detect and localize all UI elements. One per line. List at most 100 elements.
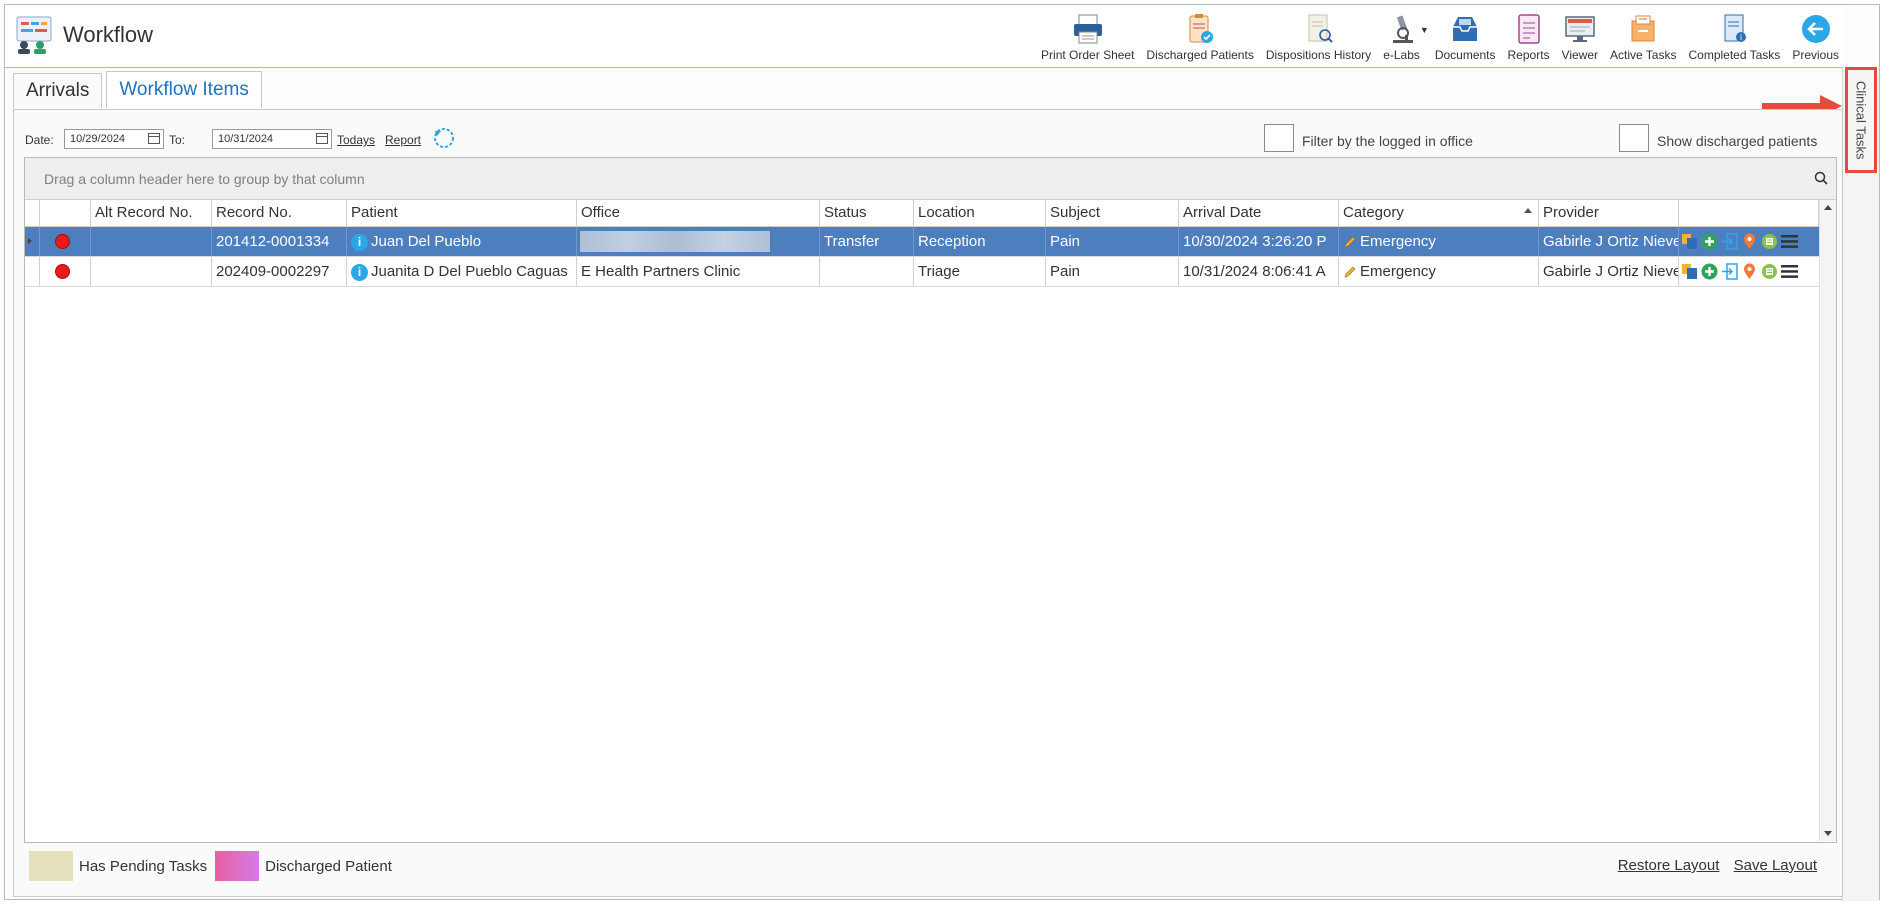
status-dot-icon bbox=[55, 234, 70, 249]
report-link[interactable]: Report bbox=[385, 133, 421, 147]
clipboard-check-icon bbox=[1189, 14, 1214, 43]
column-header-subject[interactable]: Subject bbox=[1046, 200, 1179, 226]
to-label: To: bbox=[169, 133, 186, 147]
copy-records-icon[interactable] bbox=[1681, 263, 1698, 280]
row-indicator-header bbox=[25, 200, 40, 226]
column-header-provider[interactable]: Provider bbox=[1539, 200, 1679, 226]
provider-cell: Gabirle J Ortiz Nieve bbox=[1539, 257, 1679, 286]
calendar-icon[interactable] bbox=[316, 133, 328, 144]
row-actions bbox=[1679, 227, 1799, 256]
pending-tasks-swatch bbox=[29, 851, 73, 881]
status-dot-icon bbox=[55, 264, 70, 279]
restore-layout-link[interactable]: Restore Layout bbox=[1618, 857, 1720, 874]
column-header-office[interactable]: Office bbox=[577, 200, 820, 226]
inbox-tray-icon bbox=[1453, 17, 1478, 41]
date-from-value: 10/29/2024 bbox=[70, 133, 126, 145]
status-dot-cell bbox=[40, 257, 91, 286]
show-discharged-checkbox[interactable] bbox=[1619, 124, 1649, 152]
notes-icon[interactable] bbox=[1761, 233, 1778, 250]
column-header-category-label: Category bbox=[1343, 204, 1404, 221]
dispositions-history-button[interactable]: Dispositions History bbox=[1260, 7, 1377, 65]
toolbar-label: Documents bbox=[1434, 48, 1496, 62]
save-layout-link[interactable]: Save Layout bbox=[1734, 857, 1817, 874]
arrival-date-cell: 10/31/2024 8:06:41 A bbox=[1179, 257, 1339, 286]
search-icon[interactable] bbox=[1814, 171, 1828, 185]
discharged-patients-button[interactable]: Discharged Patients bbox=[1140, 7, 1259, 65]
redacted-office-blur bbox=[580, 231, 770, 252]
location-pin-icon[interactable] bbox=[1741, 233, 1758, 250]
sign-in-icon[interactable] bbox=[1721, 263, 1738, 280]
legend-discharged-label: Discharged Patient bbox=[265, 857, 392, 875]
previous-button[interactable]: Previous bbox=[1786, 7, 1845, 65]
status-dot-cell bbox=[40, 227, 91, 256]
status-cell: Transfer bbox=[820, 227, 914, 256]
table-row[interactable]: 202409-0002297 i Juanita D Del Pueblo Cag… bbox=[25, 257, 1819, 287]
e-labs-button[interactable]: e-Labs bbox=[1377, 7, 1426, 65]
tab-arrivals[interactable]: Arrivals bbox=[13, 73, 103, 108]
completed-tasks-button[interactable]: i Completed Tasks bbox=[1682, 7, 1786, 65]
toolbar-label: Viewer bbox=[1561, 48, 1599, 62]
todays-link[interactable]: Todays bbox=[337, 133, 375, 147]
clinical-tasks-tab[interactable]: Clinical Tasks bbox=[1845, 67, 1877, 173]
arrival-date-cell: 10/30/2024 3:26:20 P bbox=[1179, 227, 1339, 256]
column-header-category[interactable]: Category bbox=[1339, 200, 1539, 226]
active-tasks-button[interactable]: Active Tasks bbox=[1604, 7, 1682, 65]
toolbar-label: Completed Tasks bbox=[1688, 48, 1781, 62]
grid-vertical-scrollbar[interactable] bbox=[1819, 200, 1836, 841]
info-icon[interactable]: i bbox=[351, 233, 368, 251]
e-labs-dropdown-icon[interactable]: ▼ bbox=[1420, 25, 1429, 35]
date-to-value: 10/31/2024 bbox=[218, 133, 274, 145]
menu-icon[interactable] bbox=[1781, 263, 1798, 280]
date-label: Date: bbox=[25, 133, 54, 147]
calendar-icon[interactable] bbox=[148, 133, 160, 144]
reports-button[interactable]: Reports bbox=[1502, 7, 1556, 65]
report-icon bbox=[1517, 14, 1540, 44]
grid-header-row: Alt Record No. Record No. Patient Office… bbox=[25, 200, 1819, 227]
column-header-record-no[interactable]: Record No. bbox=[212, 200, 347, 226]
svg-text:i: i bbox=[1740, 33, 1742, 42]
viewer-button[interactable]: Viewer bbox=[1556, 7, 1604, 65]
workflow-grid: Drag a column header here to group by th… bbox=[24, 157, 1837, 843]
add-icon[interactable] bbox=[1701, 263, 1718, 280]
alt-record-cell bbox=[91, 257, 212, 286]
info-icon[interactable]: i bbox=[351, 263, 368, 281]
location-cell: Triage bbox=[914, 257, 1046, 286]
date-from-field[interactable]: 10/29/2024 bbox=[64, 129, 164, 149]
category-label: Emergency bbox=[1360, 233, 1436, 250]
sign-in-icon[interactable] bbox=[1721, 233, 1738, 250]
notes-icon[interactable] bbox=[1761, 263, 1778, 280]
monitor-icon bbox=[1565, 16, 1595, 42]
copy-records-icon[interactable] bbox=[1681, 233, 1698, 250]
table-row[interactable]: 201412-0001334 i Juan Del Pueblo Transfer… bbox=[25, 227, 1819, 257]
clinical-tasks-label: Clinical Tasks bbox=[1853, 80, 1869, 160]
discharged-swatch bbox=[215, 851, 260, 881]
print-order-sheet-button[interactable]: Print Order Sheet bbox=[1035, 7, 1140, 65]
toolbar-label: Active Tasks bbox=[1610, 48, 1677, 62]
date-to-field[interactable]: 10/31/2024 bbox=[212, 129, 332, 149]
office-cell bbox=[577, 227, 820, 256]
completed-doc-icon: i bbox=[1724, 14, 1747, 42]
column-header-patient[interactable]: Patient bbox=[347, 200, 577, 226]
column-header-alt-record[interactable]: Alt Record No. bbox=[91, 200, 212, 226]
column-header-arrival-date[interactable]: Arrival Date bbox=[1179, 200, 1339, 226]
add-icon[interactable] bbox=[1701, 233, 1718, 250]
column-header-location[interactable]: Location bbox=[914, 200, 1046, 226]
location-pin-icon[interactable] bbox=[1741, 263, 1758, 280]
menu-icon[interactable] bbox=[1781, 233, 1798, 250]
tab-workflow-items[interactable]: Workflow Items bbox=[106, 71, 262, 108]
document-search-icon bbox=[1308, 14, 1333, 43]
scroll-up-icon[interactable] bbox=[1824, 205, 1832, 210]
scroll-down-icon[interactable] bbox=[1824, 831, 1832, 836]
main-tabs: Arrivals Workflow Items bbox=[13, 71, 262, 109]
refresh-icon[interactable] bbox=[433, 127, 455, 149]
office-cell: E Health Partners Clinic bbox=[577, 257, 820, 286]
column-header-status[interactable]: Status bbox=[820, 200, 914, 226]
row-indicator-cell bbox=[25, 227, 40, 256]
group-by-panel[interactable]: Drag a column header here to group by th… bbox=[25, 158, 1836, 200]
toolbar-label: Previous bbox=[1792, 48, 1839, 62]
status-dot-header[interactable] bbox=[40, 200, 91, 226]
subject-cell: Pain bbox=[1046, 257, 1179, 286]
filter-office-checkbox[interactable] bbox=[1264, 124, 1294, 152]
documents-button[interactable]: Documents bbox=[1429, 7, 1502, 65]
filter-bar: Date: 10/29/2024 To: 10/31/2024 Todays R… bbox=[23, 124, 1833, 153]
